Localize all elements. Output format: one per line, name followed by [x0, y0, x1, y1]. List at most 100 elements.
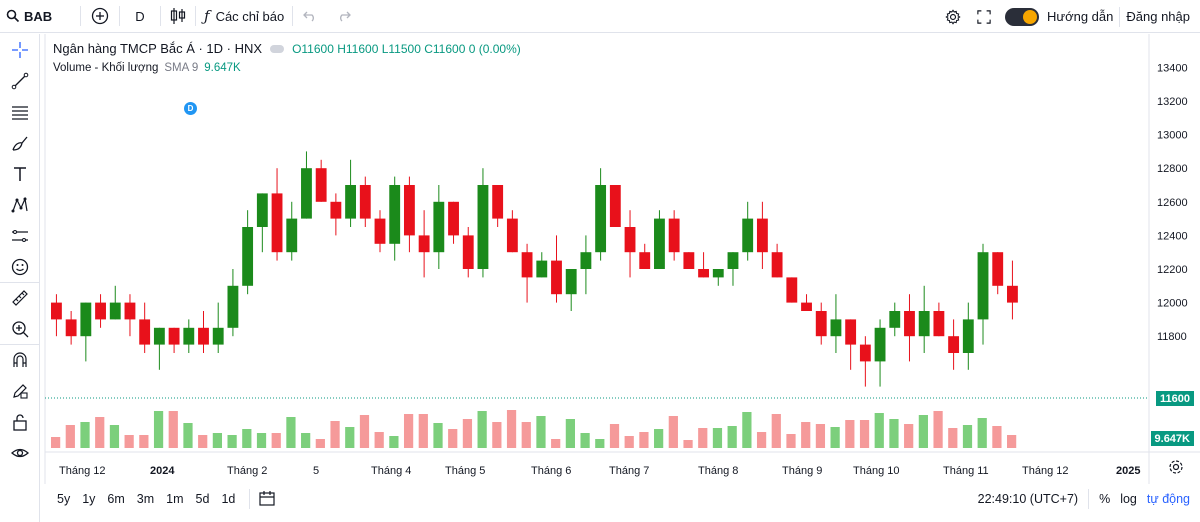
- volume-bar: [845, 420, 855, 448]
- volume-bar: [815, 424, 826, 448]
- chart-pane[interactable]: 13400 13200 13000 12800 12600 12400 12200 12000…: [41, 34, 1200, 512]
- pattern-tool[interactable]: [0, 189, 40, 220]
- volume-bar: [948, 428, 958, 448]
- candle-up: [918, 311, 930, 337]
- emoji-tool[interactable]: [0, 251, 40, 282]
- volume-bar: [286, 417, 296, 448]
- theme-toggle[interactable]: [1004, 7, 1039, 26]
- forecast-icon: [12, 229, 28, 242]
- candle-up: [830, 319, 842, 337]
- interval-button[interactable]: D: [120, 0, 160, 33]
- time-tick-label: Tháng 8: [698, 465, 738, 477]
- volume-bar: [580, 433, 590, 448]
- candle-down: [403, 185, 415, 236]
- guide-link[interactable]: Hướng dẫn: [1045, 0, 1119, 33]
- range-1d[interactable]: 1d: [215, 492, 241, 506]
- redo-icon: [340, 11, 352, 22]
- volume-bar: [918, 415, 928, 448]
- range-6m[interactable]: 6m: [101, 492, 130, 506]
- volume-bar: [756, 432, 767, 448]
- candle-down: [124, 302, 136, 320]
- interval-label: D: [135, 8, 145, 24]
- zoom-tool[interactable]: [0, 313, 40, 344]
- login-link[interactable]: Đăng nhập: [1120, 0, 1200, 33]
- candle-up: [183, 327, 195, 345]
- ruler-icon: [12, 290, 28, 306]
- chart-type-button[interactable]: [161, 0, 195, 33]
- date-range-button[interactable]: [258, 489, 276, 510]
- volume-bar: [639, 432, 649, 448]
- volume-bar: [668, 416, 678, 448]
- volume-bar: [712, 428, 723, 448]
- volume-bar: [609, 424, 620, 448]
- crosshair-icon: [12, 41, 28, 58]
- right-tools: Hướng dẫn Đăng nhập: [937, 0, 1200, 33]
- visibility-tool[interactable]: [0, 437, 40, 468]
- candle-down: [639, 252, 651, 269]
- range-1y[interactable]: 1y: [76, 492, 101, 506]
- lock-tool[interactable]: [0, 406, 40, 437]
- time-tick-label: Tháng 12: [59, 465, 105, 477]
- candle-down: [51, 302, 62, 320]
- volume-bar: [227, 435, 237, 448]
- volume-bar: [801, 422, 811, 448]
- indicators-label: Các chỉ báo: [215, 8, 285, 24]
- current-price-tag: 11600: [1156, 391, 1194, 406]
- candle-down: [845, 319, 857, 345]
- volume-bar: [448, 429, 458, 448]
- volume-bar: [551, 439, 561, 448]
- time-tick-label: Tháng 11: [943, 465, 989, 477]
- fullscreen-button[interactable]: [969, 0, 999, 33]
- candle-up: [212, 327, 224, 345]
- percent-toggle[interactable]: %: [1099, 492, 1110, 506]
- auto-toggle[interactable]: tự động: [1147, 492, 1190, 506]
- candle-down: [683, 252, 695, 269]
- volume-bar: [403, 414, 414, 448]
- range-3m[interactable]: 3m: [131, 492, 160, 506]
- candle-up: [712, 269, 724, 278]
- crosshair-tool[interactable]: [0, 34, 40, 65]
- volume-bar: [595, 439, 605, 448]
- lock-drawing-tool[interactable]: [0, 375, 40, 406]
- volume-bar: [977, 418, 987, 448]
- symbol-label: BAB: [24, 8, 53, 24]
- dividend-marker[interactable]: D: [184, 102, 197, 115]
- volume-bar: [389, 436, 399, 448]
- function-icon: ƒ: [204, 7, 210, 25]
- price-chart[interactable]: 13400 13200 13000 12800 12600 12400 12200 12000…: [41, 34, 1200, 484]
- candle-up: [153, 327, 165, 345]
- compare-button[interactable]: [81, 0, 119, 33]
- range-1m[interactable]: 1m: [160, 492, 189, 506]
- range-selector: 5y 1y 6m 3m 1m 5d 1d: [41, 492, 241, 506]
- log-toggle[interactable]: log: [1120, 492, 1137, 506]
- settings-button[interactable]: [937, 0, 969, 33]
- brush-icon: [12, 136, 28, 151]
- divider: [1088, 489, 1090, 509]
- redo-button[interactable]: [327, 0, 361, 33]
- range-5y[interactable]: 5y: [51, 492, 76, 506]
- text-tool[interactable]: [0, 158, 40, 189]
- trendline-tool[interactable]: [0, 65, 40, 96]
- axis-settings-button[interactable]: [1168, 459, 1184, 478]
- volume-bar: [492, 422, 502, 448]
- bottom-right: 22:49:10 (UTC+7) % log tự động: [978, 484, 1190, 514]
- fib-tool[interactable]: [0, 96, 40, 127]
- clock[interactable]: 22:49:10 (UTC+7): [978, 492, 1078, 506]
- volume-bar: [315, 439, 325, 448]
- brush-tool[interactable]: [0, 127, 40, 158]
- forecast-tool[interactable]: [0, 220, 40, 251]
- indicators-button[interactable]: ƒ Các chỉ báo: [196, 0, 292, 33]
- magnet-tool[interactable]: [0, 344, 40, 375]
- volume-bar: [889, 419, 899, 448]
- candle-down: [492, 185, 504, 219]
- range-5d[interactable]: 5d: [190, 492, 216, 506]
- ruler-tool[interactable]: [0, 282, 40, 313]
- candle-up: [536, 260, 548, 278]
- low-value: L11500: [381, 41, 421, 56]
- symbol-search[interactable]: BAB: [0, 0, 80, 33]
- volume-bar: [198, 435, 208, 448]
- collapse-icon[interactable]: [270, 44, 285, 53]
- price-tick-label: 11800: [1157, 331, 1187, 343]
- volume-bar: [874, 413, 884, 448]
- undo-button[interactable]: [293, 0, 327, 33]
